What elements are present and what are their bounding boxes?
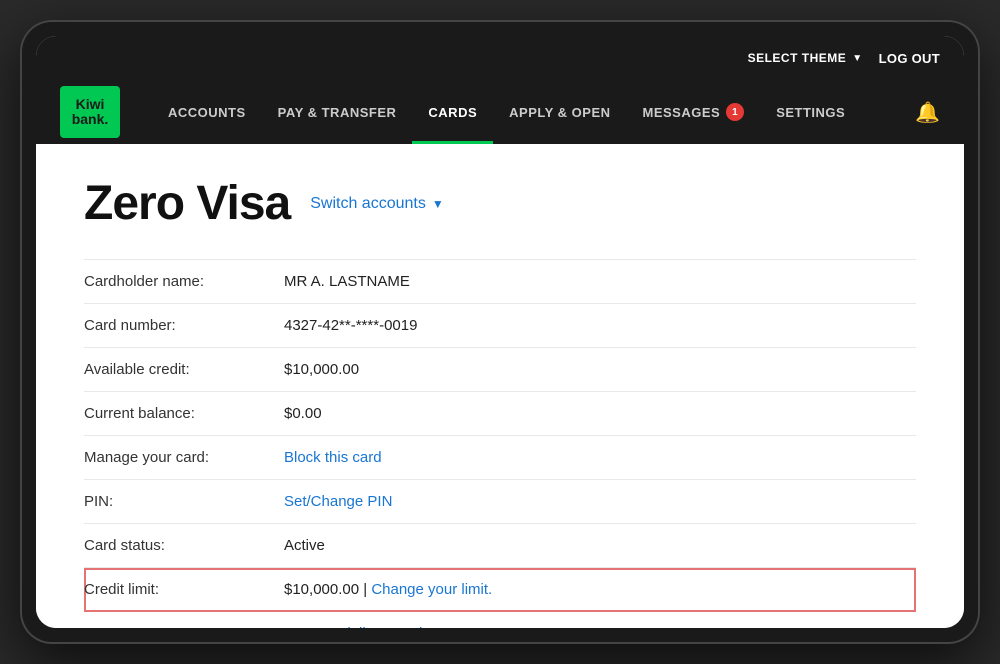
screen: SELECT THEME ▼ LOG OUT Kiwibank. ACCOUNT…	[36, 36, 964, 628]
nav-right: 🔔	[915, 100, 940, 125]
logo-text: Kiwibank.	[72, 97, 109, 128]
card-status-value: Active	[284, 524, 916, 568]
nav-item-messages[interactable]: MESSAGES1	[627, 80, 761, 144]
card-number-label: Card number:	[84, 304, 284, 348]
nav-item-cards[interactable]: CARDS	[412, 80, 493, 144]
credit-limit-value[interactable]: $10,000.00 | Change your limit.	[284, 568, 916, 612]
select-theme-label: SELECT THEME	[748, 51, 847, 65]
device-frame: SELECT THEME ▼ LOG OUT Kiwibank. ACCOUNT…	[20, 20, 980, 644]
table-row-credit-limit: Credit limit:$10,000.00 | Change your li…	[84, 568, 916, 612]
manage-card-value[interactable]: Block this card	[284, 436, 916, 480]
table-row-statements: Statements:Manage delivery options.	[84, 612, 916, 629]
manage-card-link[interactable]: Block this card	[284, 449, 382, 466]
card-status-label: Card status:	[84, 524, 284, 568]
table-row-card-number: Card number:4327-42**-****-0019	[84, 304, 916, 348]
manage-card-label: Manage your card:	[84, 436, 284, 480]
card-number-value: 4327-42**-****-0019	[284, 304, 916, 348]
pin-label: PIN:	[84, 480, 284, 524]
card-info-table: Cardholder name:MR A. LASTNAMECard numbe…	[84, 259, 916, 628]
top-bar: SELECT THEME ▼ LOG OUT	[36, 36, 964, 80]
logo[interactable]: Kiwibank.	[60, 86, 120, 138]
bell-icon[interactable]: 🔔	[915, 100, 940, 125]
nav-item-settings[interactable]: SETTINGS	[760, 80, 861, 144]
available-credit-value: $10,000.00	[284, 348, 916, 392]
table-row-available-credit: Available credit:$10,000.00	[84, 348, 916, 392]
main-nav: Kiwibank. ACCOUNTSPAY & TRANSFERCARDSAPP…	[36, 80, 964, 144]
credit-limit-link[interactable]: Change your limit.	[371, 581, 492, 598]
current-balance-label: Current balance:	[84, 392, 284, 436]
page-header: Zero Visa Switch accounts ▼	[84, 176, 916, 231]
cardholder-name-value: MR A. LASTNAME	[284, 260, 916, 304]
switch-accounts-label: Switch accounts	[310, 195, 426, 213]
table-row-manage-card: Manage your card:Block this card	[84, 436, 916, 480]
main-content: Zero Visa Switch accounts ▼ Cardholder n…	[36, 144, 964, 628]
logout-button[interactable]: LOG OUT	[879, 51, 940, 66]
available-credit-label: Available credit:	[84, 348, 284, 392]
statements-link[interactable]: Manage delivery options.	[284, 625, 451, 628]
nav-item-apply-open[interactable]: APPLY & OPEN	[493, 80, 626, 144]
nav-item-pay-transfer[interactable]: PAY & TRANSFER	[262, 80, 413, 144]
table-row-cardholder-name: Cardholder name:MR A. LASTNAME	[84, 260, 916, 304]
page-title: Zero Visa	[84, 176, 290, 231]
table-row-current-balance: Current balance:$0.00	[84, 392, 916, 436]
switch-accounts-arrow-icon: ▼	[432, 197, 444, 211]
nav-items: ACCOUNTSPAY & TRANSFERCARDSAPPLY & OPENM…	[152, 80, 915, 144]
select-theme-button[interactable]: SELECT THEME ▼	[748, 51, 863, 65]
nav-item-accounts[interactable]: ACCOUNTS	[152, 80, 262, 144]
credit-limit-label: Credit limit:	[84, 568, 284, 612]
switch-accounts-link[interactable]: Switch accounts ▼	[310, 195, 444, 213]
cardholder-name-label: Cardholder name:	[84, 260, 284, 304]
pin-link[interactable]: Set/Change PIN	[284, 493, 392, 510]
current-balance-value: $0.00	[284, 392, 916, 436]
nav-badge-messages: 1	[726, 103, 744, 121]
statements-value[interactable]: Manage delivery options.	[284, 612, 916, 629]
pin-value[interactable]: Set/Change PIN	[284, 480, 916, 524]
chevron-down-icon: ▼	[852, 53, 862, 64]
credit-limit-text: $10,000.00 |	[284, 581, 371, 598]
table-row-pin: PIN:Set/Change PIN	[84, 480, 916, 524]
table-row-card-status: Card status:Active	[84, 524, 916, 568]
statements-label: Statements:	[84, 612, 284, 629]
logo-box: Kiwibank.	[60, 86, 120, 138]
